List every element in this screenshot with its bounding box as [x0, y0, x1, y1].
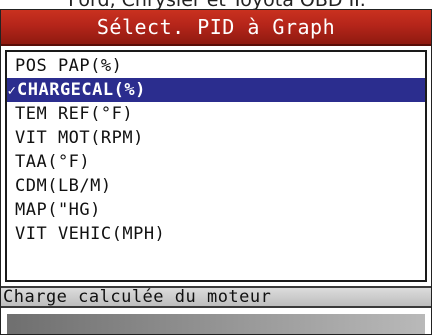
status-description: Charge calculée du moteur: [3, 287, 272, 307]
pid-list-frame: POS PAP(%) ✓CHARGECAL(%) TEM REF(°F) VIT…: [5, 50, 427, 282]
page-caption: Ford, Chrysler et Toyota OBD II.: [0, 0, 434, 9]
pid-item-label: TEM REF(°F): [15, 104, 134, 124]
pid-item-label: TAA(°F): [15, 152, 91, 172]
pid-item-label: CDM(LB/M): [15, 176, 112, 196]
scanner-screen: Sélect. PID à Graph POS PAP(%) ✓CHARGECA…: [0, 9, 432, 335]
pid-item-vit-vehic[interactable]: VIT VEHIC(MPH): [7, 222, 425, 246]
screen-title-bar: Sélect. PID à Graph: [1, 10, 431, 46]
pid-item-tem-ref[interactable]: TEM REF(°F): [7, 102, 425, 126]
status-bar: Charge calculée du moteur: [1, 286, 431, 308]
pid-item-label: CHARGECAL(%): [17, 80, 146, 100]
bottom-bar: [1, 308, 431, 334]
pid-item-pos-pap[interactable]: POS PAP(%): [7, 54, 425, 78]
screen-title: Sélect. PID à Graph: [96, 15, 336, 39]
bottom-gradient-bar: [7, 314, 425, 334]
pid-item-label: POS PAP(%): [15, 56, 123, 76]
manual-page: Ford, Chrysler et Toyota OBD II. Sélect.…: [0, 0, 434, 335]
pid-item-cdm[interactable]: CDM(LB/M): [7, 174, 425, 198]
pid-item-map[interactable]: MAP("HG): [7, 198, 425, 222]
check-icon: ✓: [7, 83, 17, 99]
pid-item-label: VIT MOT(RPM): [15, 128, 144, 148]
pid-list: POS PAP(%) ✓CHARGECAL(%) TEM REF(°F) VIT…: [7, 54, 425, 246]
pid-item-label: VIT VEHIC(MPH): [15, 224, 166, 244]
pid-item-vit-mot[interactable]: VIT MOT(RPM): [7, 126, 425, 150]
pid-item-chargecal[interactable]: ✓CHARGECAL(%): [7, 78, 425, 102]
pid-item-label: MAP("HG): [15, 200, 101, 220]
pid-item-taa[interactable]: TAA(°F): [7, 150, 425, 174]
